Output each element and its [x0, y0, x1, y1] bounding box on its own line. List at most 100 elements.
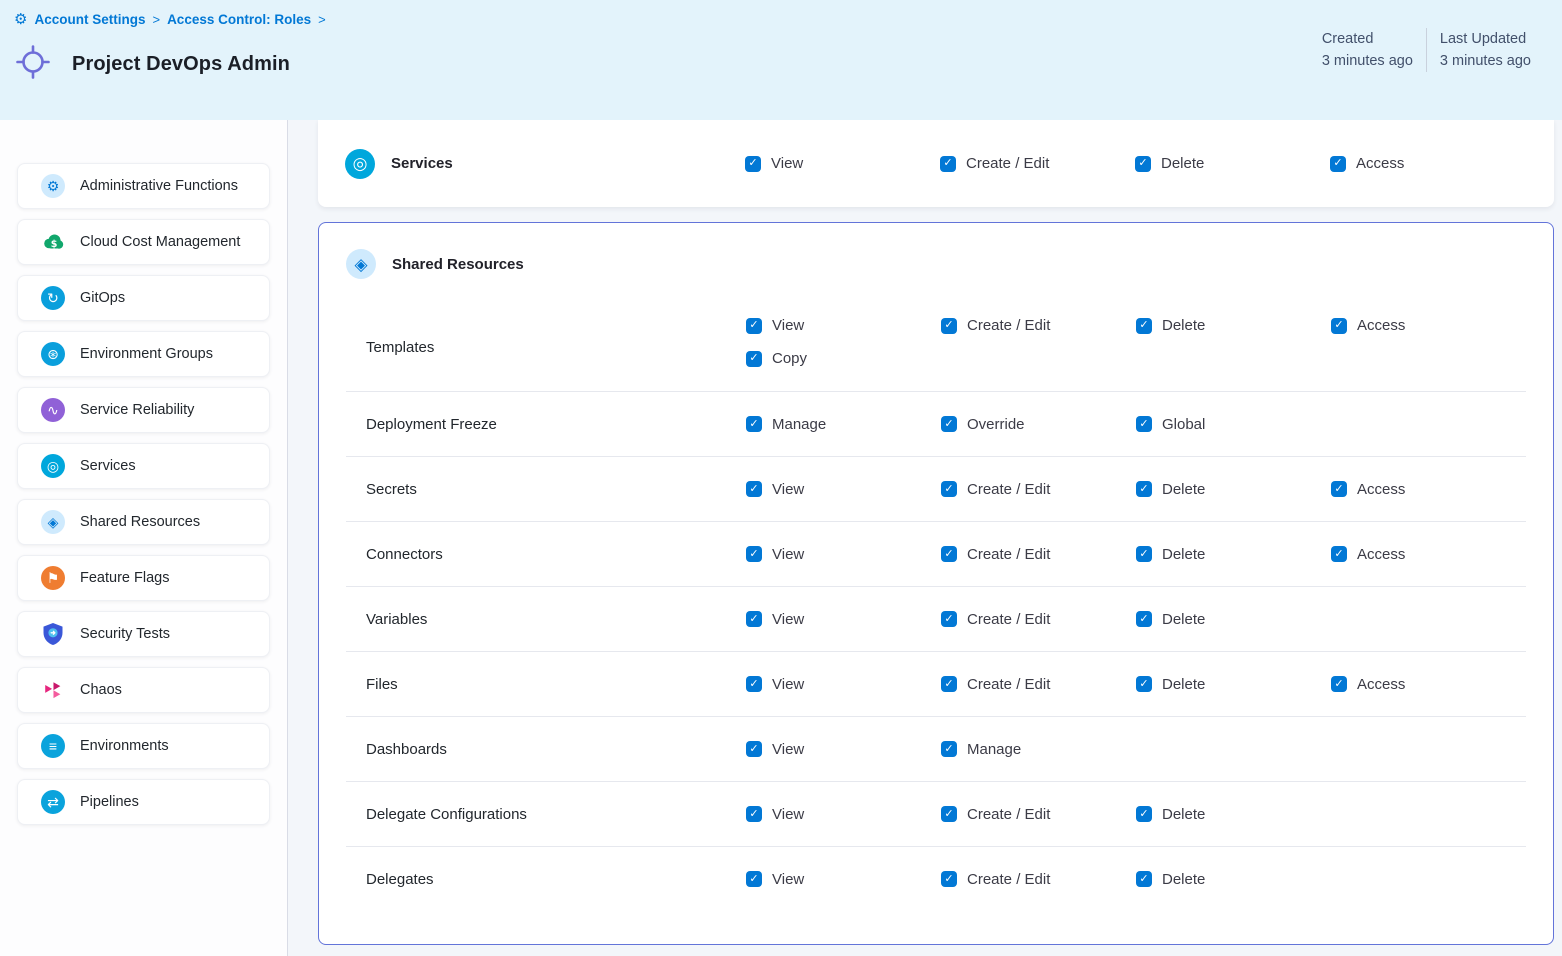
sidebar-item-cloud-cost-management[interactable]: $Cloud Cost Management	[17, 219, 270, 265]
checkbox-access[interactable]: ✓Access	[1331, 546, 1526, 563]
checkbox-label: Delete	[1162, 806, 1205, 823]
created-value: 3 minutes ago	[1322, 50, 1413, 72]
services-icon: ◎	[41, 454, 65, 478]
permission-column: ✓Access	[1331, 317, 1526, 334]
permission-column: ✓Create / Edit	[941, 317, 1136, 334]
gear-icon: ⚙	[14, 12, 27, 27]
checkbox-delete[interactable]: ✓Delete	[1135, 155, 1330, 172]
checkbox-create-edit[interactable]: ✓Create / Edit	[941, 317, 1136, 334]
page-title: Project DevOps Admin	[72, 53, 290, 76]
checkbox-create-edit[interactable]: ✓Create / Edit	[941, 611, 1136, 628]
permission-row-delegate-configurations: Delegate Configurations✓View✓Create / Ed…	[346, 781, 1526, 846]
sidebar-item-label: Chaos	[80, 682, 122, 698]
permission-column: ✓Delete	[1136, 611, 1331, 628]
permission-column: ✓View	[746, 871, 941, 888]
permission-column: ✓View ✓Copy	[746, 317, 941, 367]
environments-icon: ≡	[41, 734, 65, 758]
checkbox-access[interactable]: ✓Access	[1331, 317, 1526, 334]
sidebar-item-services[interactable]: ◎Services	[17, 443, 270, 489]
page-header: ⚙ Account Settings > Access Control: Roles…	[0, 0, 1562, 120]
breadcrumb-separator-icon: >	[318, 12, 326, 27]
checkbox-label: Delete	[1162, 481, 1205, 498]
checkbox-create-edit[interactable]: ✓Create / Edit	[941, 546, 1136, 563]
permission-column: ✓Create / Edit	[941, 546, 1136, 563]
checkbox-create-edit[interactable]: ✓Create / Edit	[941, 676, 1136, 693]
checkbox-view[interactable]: ✓View	[746, 481, 941, 498]
title-row: Project DevOps Admin	[15, 44, 290, 85]
sidebar-item-label: Environments	[80, 738, 169, 754]
checkbox-checked-icon: ✓	[1331, 318, 1347, 334]
sidebar-item-gitops[interactable]: ↻GitOps	[17, 275, 270, 321]
checkbox-delete[interactable]: ✓Delete	[1136, 676, 1331, 693]
checkbox-delete[interactable]: ✓Delete	[1136, 611, 1331, 628]
sidebar-item-label: Security Tests	[80, 626, 170, 642]
checkbox-override[interactable]: ✓Override	[941, 416, 1136, 433]
checkbox-delete[interactable]: ✓Delete	[1136, 546, 1331, 563]
checkbox-checked-icon: ✓	[1136, 416, 1152, 432]
checkbox-manage[interactable]: ✓Manage	[941, 741, 1136, 758]
sidebar-item-label: Pipelines	[80, 794, 139, 810]
checkbox-checked-icon: ✓	[941, 318, 957, 334]
sidebar-item-feature-flags[interactable]: ⚑Feature Flags	[17, 555, 270, 601]
sidebar-item-administrative-functions[interactable]: ⚙Administrative Functions	[17, 163, 270, 209]
checkbox-access[interactable]: ✓Access	[1330, 155, 1525, 172]
checkbox-manage[interactable]: ✓Manage	[746, 416, 941, 433]
checkbox-access[interactable]: ✓Access	[1331, 676, 1526, 693]
checkbox-delete[interactable]: ✓Delete	[1136, 806, 1331, 823]
permission-row-files: Files✓View✓Create / Edit✓Delete✓Access	[346, 651, 1526, 716]
permission-row-label: Secrets	[346, 481, 746, 498]
checkbox-view[interactable]: ✓View	[746, 317, 941, 334]
last-updated-meta: Last Updated 3 minutes ago	[1426, 28, 1544, 72]
shared-resources-permission-card: ◈ Shared Resources Templates✓View✓Copy✓C…	[318, 222, 1554, 945]
checkbox-checked-icon: ✓	[941, 416, 957, 432]
permission-row-variables: Variables✓View✓Create / Edit✓Delete	[346, 586, 1526, 651]
permission-row-label: Connectors	[346, 546, 746, 563]
checkbox-copy[interactable]: ✓Copy	[746, 350, 941, 367]
shared-resources-card-header: ◈ Shared Resources	[346, 249, 1526, 279]
checkbox-delete[interactable]: ✓Delete	[1136, 317, 1331, 334]
checkbox-delete[interactable]: ✓ Delete	[1136, 481, 1331, 498]
permission-row-delegates: Delegates✓View✓Create / Edit✓Delete	[346, 846, 1526, 911]
sidebar-item-service-reliability[interactable]: ∿Service Reliability	[17, 387, 270, 433]
checkbox-view[interactable]: ✓View	[746, 611, 941, 628]
breadcrumb-item-account-settings[interactable]: Account Settings	[34, 12, 145, 27]
sidebar-item-shared-resources[interactable]: ◈Shared Resources	[17, 499, 270, 545]
permission-row-label: Dashboards	[346, 741, 746, 758]
chaos-icon	[41, 678, 65, 702]
permission-column: ✓Delete	[1136, 871, 1331, 888]
checkbox-view[interactable]: ✓View	[746, 741, 941, 758]
checkbox-create-edit[interactable]: ✓Create / Edit	[940, 155, 1135, 172]
checkbox-checked-icon: ✓	[746, 416, 762, 432]
checkbox-checked-icon: ✓	[1136, 611, 1152, 627]
checkbox-view[interactable]: ✓View	[746, 546, 941, 563]
checkbox-view[interactable]: ✓View	[746, 806, 941, 823]
checkbox-delete[interactable]: ✓Delete	[1136, 871, 1331, 888]
checkbox-checked-icon: ✓	[1136, 481, 1152, 497]
checkbox-access[interactable]: ✓Access	[1331, 481, 1526, 498]
sidebar-item-pipelines[interactable]: ⇄Pipelines	[17, 779, 270, 825]
sidebar-item-chaos[interactable]: Chaos	[17, 667, 270, 713]
breadcrumb-item-access-control-roles[interactable]: Access Control: Roles	[167, 12, 311, 27]
checkbox-create-edit[interactable]: ✓Create / Edit	[941, 481, 1136, 498]
sidebar-item-environments[interactable]: ≡ Environments	[17, 723, 270, 769]
checkbox-view[interactable]: ✓View	[745, 155, 940, 172]
sidebar-item-environment-groups[interactable]: ⊛Environment Groups	[17, 331, 270, 377]
checkbox-create-edit[interactable]: ✓Create / Edit	[941, 806, 1136, 823]
crosshair-target-icon	[15, 44, 51, 85]
sidebar-item-security-tests[interactable]: Security Tests	[17, 611, 270, 657]
sidebar-item-label: Feature Flags	[80, 570, 169, 586]
checkbox-view[interactable]: ✓View	[746, 676, 941, 693]
checkbox-label: View	[772, 676, 804, 693]
permission-column: ✓Delete	[1136, 806, 1331, 823]
checkbox-checked-icon: ✓	[1136, 318, 1152, 334]
checkbox-view[interactable]: ✓View	[746, 871, 941, 888]
checkbox-checked-icon: ✓	[941, 676, 957, 692]
checkbox-checked-icon: ✓	[941, 741, 957, 757]
checkbox-global[interactable]: ✓Global	[1136, 416, 1331, 433]
permission-column: ✓Access	[1331, 676, 1526, 693]
permission-column: ✓View	[746, 741, 941, 758]
checkbox-create-edit[interactable]: ✓Create / Edit	[941, 871, 1136, 888]
checkbox-checked-icon: ✓	[941, 481, 957, 497]
shared-resources-icon: ◈	[41, 510, 65, 534]
permission-column: ✓Override	[941, 416, 1136, 433]
